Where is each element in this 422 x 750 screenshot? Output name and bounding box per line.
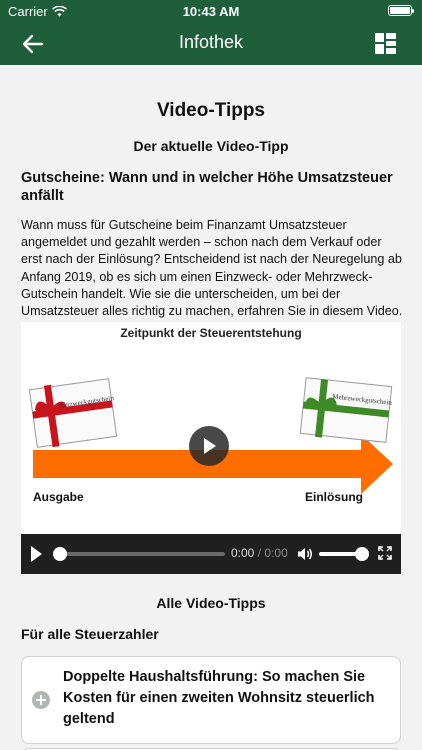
play-button[interactable]	[31, 546, 42, 562]
video-player[interactable]: Einzweckgutschein Mehrzweckgutschein Zei…	[21, 322, 401, 574]
video-controls: 0:00 / 0:00	[21, 534, 401, 574]
content-scroll[interactable]: Video-Tipps Der aktuelle Video-Tipp Guts…	[0, 65, 422, 750]
article-title: Gutscheine: Wann und in welcher Höhe Ums…	[21, 170, 393, 204]
section-heading: Für alle Steuerzahler	[21, 626, 159, 642]
time-separator: /	[257, 546, 262, 560]
app-header: Carrier 10:43 AM Infothek	[0, 0, 422, 65]
volume-knob[interactable]	[355, 547, 369, 561]
video-list-item[interactable]: Doppelte Haushaltsführung: So machen Sie…	[21, 656, 401, 744]
nav-title: Infothek	[178, 32, 244, 52]
progress-bar[interactable]	[53, 547, 225, 561]
time-display: 0:00 / 0:00	[231, 546, 288, 560]
all-videos-heading: Alle Video-Tipps	[156, 595, 266, 611]
left-voucher-icon	[28, 378, 118, 448]
status-bar: Carrier 10:43 AM	[0, 0, 422, 22]
volume-slider[interactable]	[319, 547, 369, 561]
grid-menu-icon[interactable]	[375, 33, 396, 54]
nav-bar: Infothek	[0, 22, 422, 65]
battery-icon	[388, 5, 414, 16]
label-ausgabe: Ausgabe	[33, 490, 84, 504]
right-voucher-icon	[299, 377, 393, 443]
page-title: Video-Tipps	[156, 100, 266, 121]
video-list-item-title: Doppelte Haushaltsführung: So machen Sie…	[63, 669, 375, 727]
label-einloesung: Einlösung	[305, 490, 363, 504]
progress-knob[interactable]	[53, 547, 67, 561]
fullscreen-icon[interactable]	[378, 546, 392, 560]
volume-icon[interactable]	[297, 546, 313, 562]
time-total: 0:00	[264, 546, 288, 560]
article-body: Wann muss für Gutscheine beim Finanzamt …	[21, 218, 403, 319]
current-tip-heading: Der aktuelle Video-Tipp	[133, 138, 289, 154]
time-current: 0:00	[231, 546, 255, 560]
plus-circle-icon[interactable]	[32, 691, 50, 709]
play-overlay-button[interactable]	[189, 426, 229, 466]
video-frame-title: Zeitpunkt der Steuerentstehung	[120, 326, 302, 340]
status-time: 10:43 AM	[182, 4, 240, 19]
